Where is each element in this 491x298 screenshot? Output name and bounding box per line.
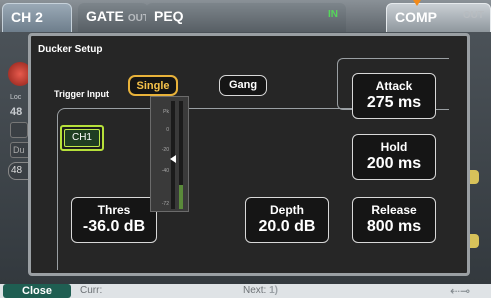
trigger-channel-button[interactable]: CH1 — [60, 125, 104, 151]
release-button[interactable]: Release 800 ms — [352, 197, 436, 243]
background-left-label: Loc — [10, 94, 22, 101]
depth-button[interactable]: Depth 20.0 dB — [245, 197, 329, 243]
tab-comp[interactable]: COMP OUT — [386, 3, 491, 33]
usb-icon: ⇠⊸ — [450, 284, 471, 298]
close-button[interactable]: Close — [3, 284, 71, 298]
depth-label: Depth — [270, 203, 304, 217]
trigger-input-label: Trigger Input — [54, 89, 109, 99]
depth-value: 20.0 dB — [258, 218, 316, 235]
current-scene-label: Curr: — [80, 285, 103, 296]
dialog-title: Ducker Setup — [38, 44, 103, 55]
hold-value: 200 ms — [366, 155, 422, 172]
attack-label: Attack — [375, 79, 413, 93]
tab-comp-label: COMP — [395, 9, 437, 25]
single-mode-label: Single — [136, 80, 170, 92]
next-scene-label: Next: — [243, 285, 267, 296]
tab-channel-label: CH 2 — [11, 9, 43, 25]
meter-signal-fill — [179, 185, 183, 209]
background-left-button — [10, 122, 28, 138]
close-label: Close — [22, 285, 52, 297]
meter-tick-20: -20 — [161, 147, 169, 153]
ducker-setup-dialog: Ducker Setup Single Gang Attack 275 ms H… — [28, 33, 470, 276]
tab-gate[interactable]: GATE OUT — [78, 3, 149, 33]
background-left-value: 48 — [10, 106, 23, 118]
threshold-pointer-icon[interactable] — [170, 155, 176, 164]
threshold-button[interactable]: Thres -36.0 dB — [71, 197, 157, 243]
threshold-label: Thres — [97, 203, 131, 217]
attack-value: 275 ms — [366, 94, 422, 111]
tab-channel[interactable]: CH 2 — [2, 3, 72, 33]
next-scene-value: 1) — [269, 285, 279, 296]
meter-tick-40: -40 — [161, 168, 169, 174]
threshold-value: -36.0 dB — [82, 218, 146, 235]
attack-button[interactable]: Attack 275 ms — [352, 73, 436, 119]
single-mode-button[interactable]: Single — [128, 75, 178, 96]
release-value: 800 ms — [366, 218, 422, 235]
trigger-level-meter: Pk 0 -20 -40 -72 — [150, 96, 189, 212]
indicator-marker-icon — [413, 0, 421, 6]
hold-button[interactable]: Hold 200 ms — [352, 134, 436, 180]
trigger-channel-label: CH1 — [64, 129, 100, 147]
tab-comp-state: OUT — [462, 10, 484, 21]
gang-mode-button[interactable]: Gang — [219, 75, 267, 96]
tab-gate-label: GATE — [86, 8, 124, 24]
meter-tick-72: -72 — [161, 201, 169, 207]
gang-mode-label: Gang — [228, 79, 258, 91]
tab-peq-label: PEQ — [154, 8, 184, 24]
tab-peq-state: IN — [328, 9, 338, 20]
next-scene-info: Next: 1) — [243, 285, 278, 296]
meter-tick-0: 0 — [166, 127, 169, 133]
hold-label: Hold — [380, 140, 408, 154]
release-label: Release — [371, 203, 417, 217]
meter-tick-pk: Pk — [163, 109, 169, 115]
tab-peq[interactable]: PEQ IN — [146, 3, 346, 33]
